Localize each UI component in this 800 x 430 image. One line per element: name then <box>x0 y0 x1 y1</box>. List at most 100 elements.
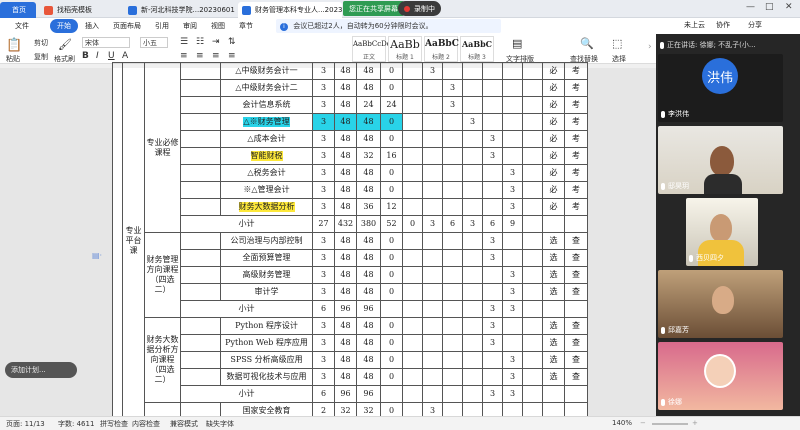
tab-home[interactable]: 首页 <box>0 2 36 18</box>
list-number-icon[interactable]: ☷ <box>196 37 204 47</box>
tab-document-2[interactable]: 财务管理本科专业人...2023.7.12 <box>238 2 342 18</box>
table-cell[interactable]: 必 <box>542 147 565 165</box>
find-icon[interactable]: 🔍 <box>580 37 594 50</box>
table-cell[interactable]: 3 <box>422 62 443 80</box>
group-mgmt-cell[interactable]: 财务管理方向课程（四选二） <box>144 232 181 318</box>
video-tile-4[interactable]: 邱嘉芳 <box>658 270 783 338</box>
style-normal[interactable]: AaBbCcDd 正文 <box>352 36 391 62</box>
table-cell[interactable]: 3 <box>482 317 503 335</box>
table-cell[interactable]: 0 <box>380 249 403 267</box>
table-cell[interactable] <box>422 300 443 318</box>
table-cell[interactable]: 考 <box>564 96 588 114</box>
table-cell[interactable] <box>462 147 483 165</box>
table-cell[interactable] <box>482 181 503 199</box>
table-cell[interactable]: 48 <box>356 113 381 131</box>
menu-cloud[interactable]: 未上云 <box>684 20 705 30</box>
table-cell[interactable] <box>422 147 443 165</box>
table-cell[interactable]: 6 <box>442 215 463 233</box>
menu-share[interactable]: 分享 <box>748 20 762 30</box>
table-cell[interactable] <box>442 147 463 165</box>
table-cell[interactable]: 3 <box>312 283 335 301</box>
table-cell[interactable] <box>402 232 423 250</box>
table-cell[interactable]: 3 <box>312 249 335 267</box>
table-cell[interactable] <box>462 130 483 148</box>
table-cell[interactable]: 必 <box>542 113 565 131</box>
table-cell[interactable]: 3 <box>482 232 503 250</box>
table-cell[interactable]: 3 <box>502 368 523 386</box>
table-cell[interactable] <box>442 232 463 250</box>
tab-template[interactable]: 找稻壳模板 <box>40 2 122 18</box>
table-cell[interactable]: 3 <box>502 283 523 301</box>
table-cell[interactable] <box>442 317 463 335</box>
table-cell[interactable]: 3 <box>312 96 335 114</box>
menu-review[interactable]: 审阅 <box>176 19 204 33</box>
table-cell[interactable]: 考 <box>564 62 588 80</box>
table-cell[interactable] <box>542 385 565 403</box>
table-cell[interactable] <box>502 113 523 131</box>
table-cell[interactable] <box>422 351 443 369</box>
table-cell[interactable] <box>522 283 543 301</box>
table-cell[interactable]: 0 <box>380 232 403 250</box>
table-cell[interactable]: 96 <box>356 385 381 403</box>
table-cell[interactable] <box>422 130 443 148</box>
table-cell[interactable] <box>502 249 523 267</box>
table-cell[interactable]: 432 <box>334 215 357 233</box>
table-cell[interactable] <box>422 283 443 301</box>
zoom-slider[interactable] <box>652 423 688 425</box>
table-cell[interactable]: 3 <box>312 198 335 216</box>
table-cell[interactable] <box>422 385 443 403</box>
page-indicator[interactable]: 页面: 11/13 <box>6 419 45 429</box>
table-cell[interactable] <box>502 317 523 335</box>
zoom-level[interactable]: 140% <box>612 419 632 427</box>
table-cell[interactable]: 48 <box>356 62 381 80</box>
table-cell[interactable]: 48 <box>334 266 357 284</box>
table-cell[interactable]: 3 <box>502 385 523 403</box>
subtotal-label-cell[interactable]: 小计 <box>180 385 313 403</box>
table-cell[interactable]: 48 <box>334 334 357 352</box>
table-cell[interactable]: 48 <box>356 283 381 301</box>
table-cell[interactable] <box>462 266 483 284</box>
sort-icon[interactable]: ⇅ <box>228 37 236 47</box>
table-cell[interactable] <box>402 130 423 148</box>
table-cell[interactable]: 48 <box>356 232 381 250</box>
table-cell[interactable]: 48 <box>334 283 357 301</box>
table-cell[interactable]: 3 <box>312 130 335 148</box>
table-cell[interactable] <box>422 113 443 131</box>
menu-insert[interactable]: 插入 <box>78 19 106 33</box>
table-cell[interactable] <box>462 351 483 369</box>
course-name-cell[interactable]: 全面预算管理 <box>220 249 313 267</box>
list-bullet-icon[interactable]: ☰ <box>180 37 188 47</box>
style-heading-1[interactable]: AaBb 标题 1 <box>388 36 422 62</box>
table-cell[interactable] <box>442 351 463 369</box>
table-cell[interactable] <box>422 164 443 182</box>
table-cell[interactable] <box>462 62 483 80</box>
table-cell[interactable] <box>462 385 483 403</box>
table-cell[interactable] <box>402 249 423 267</box>
align-right-icon[interactable]: ≡ <box>212 51 220 61</box>
table-cell[interactable]: 3 <box>482 249 503 267</box>
table-cell[interactable] <box>402 164 423 182</box>
table-cell[interactable]: 考 <box>564 79 588 97</box>
table-cell[interactable] <box>522 300 543 318</box>
row-code-cell[interactable] <box>180 113 221 131</box>
table-cell[interactable] <box>402 300 423 318</box>
table-cell[interactable]: 查 <box>564 232 588 250</box>
spell-check[interactable]: 拼写检查 <box>100 419 128 429</box>
row-code-cell[interactable] <box>180 79 221 97</box>
table-cell[interactable] <box>402 198 423 216</box>
row-code-cell[interactable] <box>180 164 221 182</box>
table-cell[interactable]: 必 <box>542 79 565 97</box>
row-code-cell[interactable] <box>180 62 221 80</box>
table-cell[interactable] <box>522 198 543 216</box>
table-cell[interactable]: 380 <box>356 215 381 233</box>
video-tile-5[interactable]: 徐娜 <box>658 342 783 410</box>
table-cell[interactable] <box>462 283 483 301</box>
course-name-cell[interactable]: 审计学 <box>220 283 313 301</box>
table-cell[interactable]: 96 <box>356 300 381 318</box>
row-code-cell[interactable] <box>180 317 221 335</box>
table-cell[interactable]: 0 <box>380 113 403 131</box>
table-cell[interactable] <box>402 62 423 80</box>
course-name-cell[interactable]: △中级财务会计一 <box>220 62 313 80</box>
table-cell[interactable]: 3 <box>442 96 463 114</box>
table-cell[interactable] <box>442 198 463 216</box>
